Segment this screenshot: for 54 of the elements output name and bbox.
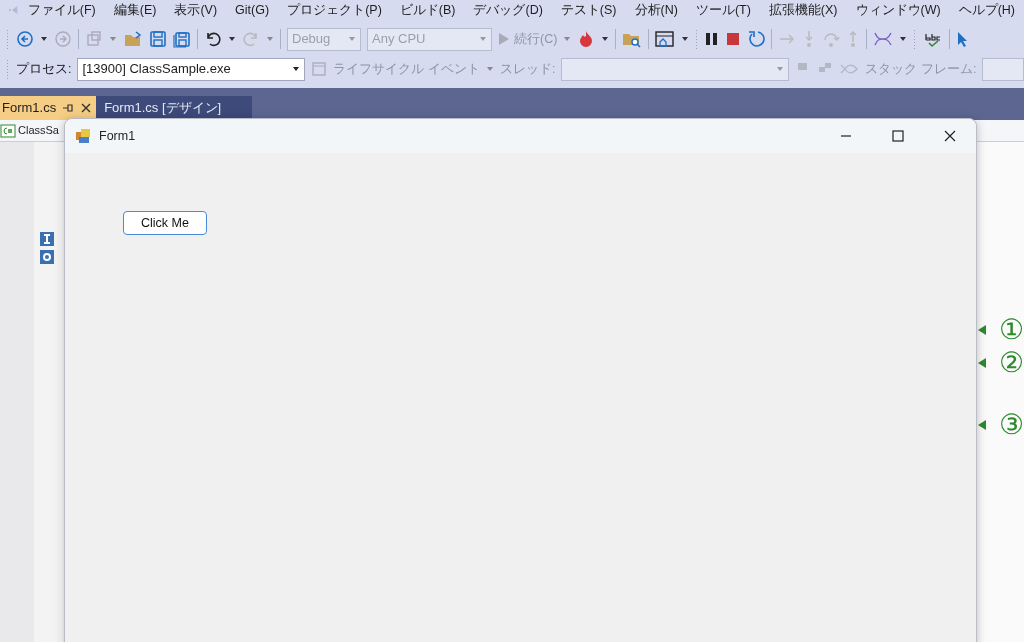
menu-item[interactable]: ツール(T) <box>686 0 760 20</box>
diagram-icon[interactable] <box>873 30 894 48</box>
circled-number: ③ <box>999 411 1024 439</box>
document-tab[interactable]: Form1.cs [デザイン] <box>96 96 253 120</box>
caret-icon[interactable] <box>292 65 301 73</box>
menu-item[interactable]: テスト(S) <box>551 0 626 20</box>
output-marker-icon <box>40 250 54 264</box>
menu-item[interactable]: 編集(E) <box>104 0 166 20</box>
document-tab[interactable]: Form1.cs <box>0 96 97 120</box>
breakpoint-arrow-icon <box>977 419 987 431</box>
caret-icon[interactable] <box>681 35 690 43</box>
maximize-icon <box>890 128 906 144</box>
restart-icon[interactable] <box>747 30 766 48</box>
process-dropdown[interactable]: [13900] ClassSample.exe <box>77 57 306 81</box>
pause-icon[interactable] <box>705 31 720 47</box>
lifecycle-icon <box>311 61 328 77</box>
caret-icon[interactable] <box>601 35 610 43</box>
caret-icon[interactable] <box>899 35 908 43</box>
window-home-icon[interactable] <box>655 30 676 48</box>
menu-item[interactable]: ビルド(B) <box>390 0 465 20</box>
save-icon[interactable] <box>149 30 167 48</box>
menu-item[interactable]: ファイル(F) <box>18 0 105 20</box>
menu-item[interactable]: Git(G) <box>226 0 279 20</box>
pointer-icon[interactable] <box>956 30 969 48</box>
pin-icon[interactable] <box>62 102 75 114</box>
menu-item[interactable]: ウィンドウ(W) <box>846 0 950 20</box>
stop-icon[interactable] <box>725 31 742 47</box>
play-icon <box>498 32 510 46</box>
window-title: Form1 <box>99 127 136 145</box>
menu-item[interactable]: 拡張機能(X) <box>759 0 847 20</box>
undo-icon[interactable] <box>204 30 222 48</box>
close-icon[interactable] <box>80 102 93 114</box>
circled-number: ① <box>999 316 1024 344</box>
input-marker-icon <box>40 232 54 246</box>
menu-item[interactable]: ヘルプ(H) <box>949 0 1024 20</box>
close-icon <box>942 128 958 144</box>
open-folder-icon[interactable] <box>123 30 143 48</box>
caret-icon[interactable] <box>228 35 236 43</box>
save-all-icon[interactable] <box>173 30 191 48</box>
back-icon[interactable] <box>16 30 34 48</box>
circled-number: ② <box>999 349 1024 377</box>
menu-item[interactable]: 分析(N) <box>625 0 687 20</box>
minimize-icon <box>838 135 854 137</box>
process-label: プロセス: <box>16 60 72 78</box>
form-icon <box>75 128 91 144</box>
caret-icon[interactable] <box>40 35 48 43</box>
menu-item[interactable]: デバッグ(D) <box>464 0 552 20</box>
click-me-button[interactable]: Click Me <box>123 211 207 235</box>
breakpoint-arrow-icon <box>977 357 987 369</box>
menu-item[interactable]: 表示(V) <box>165 0 227 20</box>
breakpoint-arrow-icon <box>977 324 987 336</box>
thread-label: スレッド: <box>499 60 556 78</box>
project-name[interactable]: ClassSa <box>18 122 59 139</box>
menu-item[interactable]: プロジェクト(P) <box>278 0 391 20</box>
